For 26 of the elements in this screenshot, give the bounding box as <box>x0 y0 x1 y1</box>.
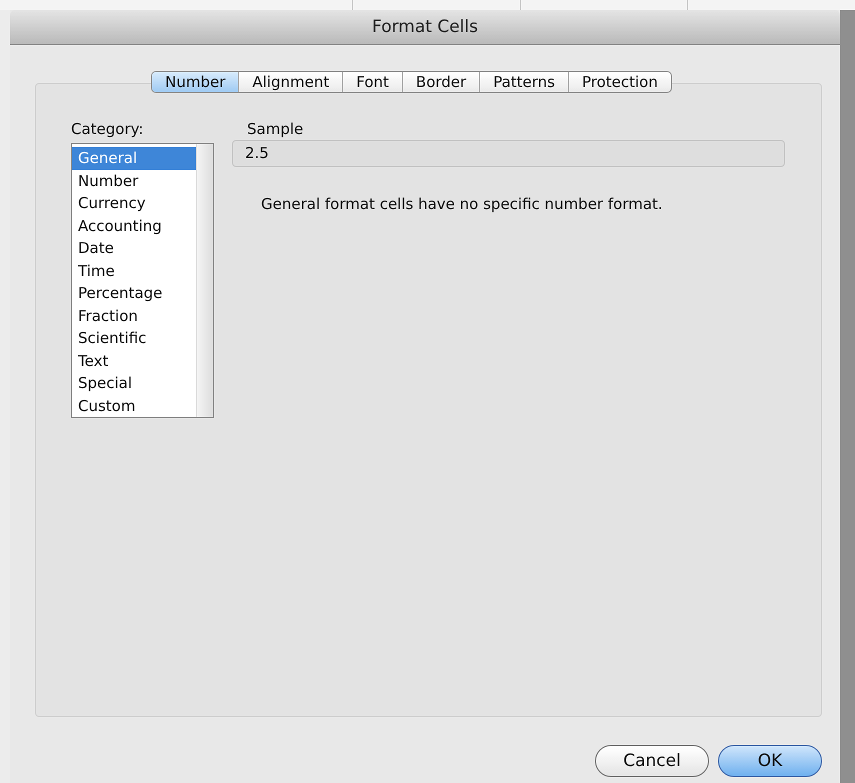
category-item[interactable]: Accounting <box>72 214 196 237</box>
sample-label: Sample <box>247 120 304 138</box>
tab[interactable]: Protection <box>568 72 671 92</box>
category-item[interactable]: Number <box>72 170 196 192</box>
category-item[interactable]: Special <box>72 372 196 394</box>
cancel-button[interactable]: Cancel <box>595 745 709 777</box>
window-title: Format Cells <box>372 17 478 37</box>
category-item[interactable]: Custom <box>72 394 196 417</box>
category-item[interactable]: Date <box>72 237 196 260</box>
category-label: Category: <box>71 120 144 138</box>
tab[interactable]: Number <box>152 72 240 92</box>
ok-button[interactable]: OK <box>718 745 822 777</box>
category-item[interactable]: Fraction <box>72 304 196 327</box>
tab[interactable]: Alignment <box>239 72 344 92</box>
category-item[interactable]: Percentage <box>72 282 196 304</box>
category-item[interactable]: Time <box>72 260 196 282</box>
category-item[interactable]: Text <box>72 350 196 372</box>
scroll-bar[interactable] <box>196 144 213 417</box>
tab[interactable]: Font <box>343 72 403 92</box>
tab[interactable]: Border <box>402 72 480 92</box>
sample-field: 2.5 <box>232 140 785 167</box>
category-item[interactable]: General <box>72 147 196 170</box>
format-description: General format cells have no specific number format. <box>261 195 664 213</box>
category-item[interactable]: Currency <box>72 192 196 214</box>
tab[interactable]: Patterns <box>480 72 569 92</box>
category-item[interactable]: Scientific <box>72 327 196 350</box>
